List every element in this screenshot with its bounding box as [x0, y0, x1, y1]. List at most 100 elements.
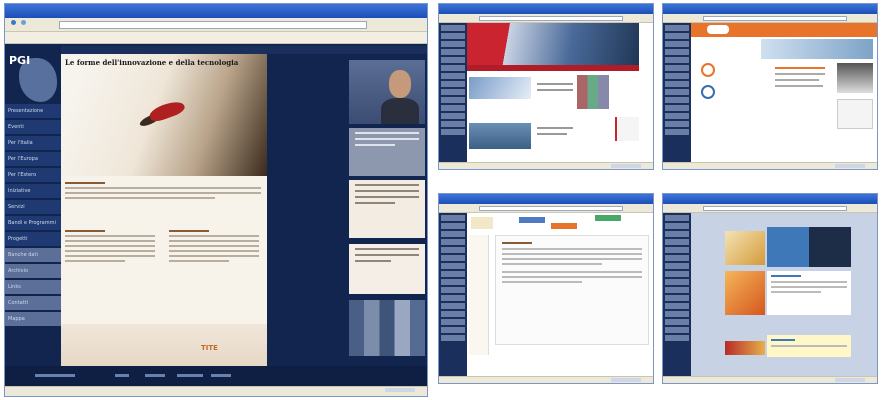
content-column-left: [65, 230, 155, 265]
browser-toolbar: [439, 14, 653, 23]
banner-image: [767, 227, 851, 267]
nav-item[interactable]: Servizi: [5, 200, 61, 214]
text-panel: [767, 271, 851, 315]
status-bar: [5, 386, 427, 396]
thumbnail-screenshot: [662, 193, 878, 384]
website-page: PGI Presentazione Eventi Per l'Italia Pe…: [5, 44, 427, 386]
left-navigation: [663, 23, 691, 162]
nav-item[interactable]: Per l'Estero: [5, 168, 61, 182]
left-navigation: [439, 23, 467, 162]
nav-item[interactable]: Mappa: [5, 312, 61, 326]
left-navigation: [439, 213, 467, 376]
banner-image: [467, 23, 639, 65]
website-page: [439, 213, 653, 376]
promo-text[interactable]: TITE: [201, 344, 231, 354]
page-content: [691, 213, 877, 376]
content-column-right: [169, 230, 259, 265]
circle-icon: [701, 63, 715, 77]
links-toolbar: [5, 32, 427, 44]
bottom-band: TITE: [61, 324, 267, 366]
tab-button[interactable]: [551, 223, 577, 229]
nav-item[interactable]: Links: [5, 280, 61, 294]
page-content: [691, 23, 877, 162]
circle-icon: [701, 85, 715, 99]
address-bar[interactable]: [703, 206, 847, 211]
sidebar-image: [837, 63, 873, 93]
main-content: Le forme dell'innovazione e della tecnol…: [61, 54, 267, 366]
promo-image: [725, 341, 765, 355]
nav-item[interactable]: Iniziative: [5, 184, 61, 198]
thumbnail-screenshot: [438, 193, 654, 384]
website-page: [663, 213, 877, 376]
nav-item[interactable]: Presentazione: [5, 104, 61, 118]
status-bar: [439, 376, 653, 383]
promo-image: [725, 231, 765, 265]
info-box[interactable]: [349, 128, 425, 176]
red-menu-bar: [467, 65, 639, 71]
window-titlebar: [5, 4, 427, 18]
nav-item[interactable]: Bandi e Programmi: [5, 216, 61, 230]
nav-item[interactable]: Eventi: [5, 120, 61, 134]
status-bar: [663, 376, 877, 383]
tab-button[interactable]: [595, 215, 621, 221]
photo-strip[interactable]: [349, 300, 425, 356]
top-strip: [61, 46, 427, 54]
nav-item[interactable]: Banche dati: [5, 248, 61, 262]
browser-toolbar: [663, 204, 877, 213]
address-bar[interactable]: [479, 206, 623, 211]
portrait-photo: [349, 60, 425, 124]
banner-image: [761, 39, 873, 59]
site-logo: [707, 25, 729, 34]
right-column: [347, 54, 427, 366]
promo-image: [725, 271, 765, 315]
back-icon[interactable]: [11, 20, 16, 25]
image-grid: [577, 75, 609, 109]
yellow-panel[interactable]: [767, 335, 851, 357]
site-footer: [5, 366, 427, 386]
browser-toolbar: [5, 18, 427, 32]
window-titlebar: [663, 194, 877, 204]
website-page: [663, 23, 877, 162]
left-navigation: Presentazione Eventi Per l'Italia Per l'…: [5, 104, 61, 366]
news-box[interactable]: [349, 180, 425, 238]
page-content: [467, 23, 653, 162]
page-content: [467, 213, 653, 376]
address-bar[interactable]: [703, 16, 847, 21]
intro-paragraph: [65, 182, 261, 202]
main-browser-screenshot: PGI Presentazione Eventi Per l'Italia Pe…: [4, 3, 428, 397]
site-logo: [471, 217, 493, 229]
window-titlebar: [439, 4, 653, 14]
hero-figure: [147, 98, 187, 124]
window-titlebar: [663, 4, 877, 14]
orange-header: [691, 23, 877, 37]
article-panel: [495, 235, 649, 345]
browser-toolbar: [663, 14, 877, 23]
content-photo: [469, 77, 531, 99]
nav-item[interactable]: Progetti: [5, 232, 61, 246]
tab-button[interactable]: [519, 217, 545, 223]
site-logo: PGI: [9, 54, 31, 67]
page-headline: Le forme dell'innovazione e della tecnol…: [65, 58, 239, 67]
nav-item[interactable]: Per l'Italia: [5, 136, 61, 150]
thumbnail-screenshot: [662, 3, 878, 170]
sidebar-box[interactable]: [837, 99, 873, 129]
browser-toolbar: [439, 204, 653, 213]
address-bar[interactable]: [59, 21, 367, 29]
thumbnail-screenshot: [438, 3, 654, 170]
nav-item[interactable]: Archivio: [5, 264, 61, 278]
portrait-shoulders: [381, 98, 419, 124]
portrait-face: [389, 70, 411, 98]
nav-item[interactable]: Contatti: [5, 296, 61, 310]
content-photo: [469, 123, 531, 149]
address-bar[interactable]: [479, 16, 623, 21]
status-bar: [439, 162, 653, 169]
links-box[interactable]: [349, 244, 425, 294]
status-bar: [663, 162, 877, 169]
sub-navigation[interactable]: [469, 235, 489, 355]
website-page: [439, 23, 653, 162]
hero-image: Le forme dell'innovazione e della tecnol…: [61, 54, 267, 176]
nav-item[interactable]: Per l'Europa: [5, 152, 61, 166]
forward-icon[interactable]: [21, 20, 26, 25]
sidebar-links[interactable]: [615, 117, 639, 141]
left-navigation: [663, 213, 691, 376]
